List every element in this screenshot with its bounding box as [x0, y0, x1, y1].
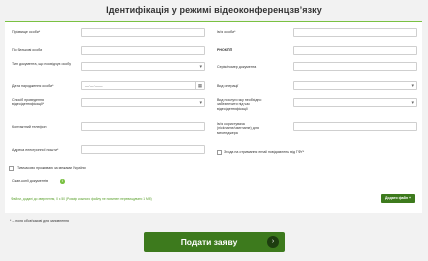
email-consent-checkbox[interactable]	[217, 150, 222, 155]
email-input[interactable]	[81, 145, 205, 154]
phone-label: Контактний телефон	[12, 125, 47, 129]
scans-label: Скан-копії документів	[12, 179, 49, 183]
surname-label: Прізвище особи*	[12, 30, 41, 34]
operation-type-label: Вид операції	[217, 84, 239, 88]
messenger-username-input[interactable]	[293, 122, 417, 131]
name-input[interactable]	[293, 28, 417, 37]
messenger-username-label: Ім’я користувача (nickname/username) для…	[217, 122, 259, 135]
residency-label: Тимчасово проживаю за межами України	[17, 166, 86, 170]
birth-date-value: __.__.____	[85, 83, 103, 87]
patronymic-label: По батькові особи	[12, 48, 43, 52]
rnokpp-label: РНОКПП	[217, 48, 233, 52]
rnokpp-input[interactable]	[293, 46, 417, 55]
submit-label: Подати заяву	[180, 237, 238, 247]
patronymic-input[interactable]	[81, 46, 205, 55]
surname-input[interactable]	[81, 28, 205, 37]
video-method-select[interactable]	[81, 98, 205, 107]
submit-button[interactable]: Подати заяву ›	[144, 232, 285, 252]
phone-input[interactable]	[81, 122, 205, 131]
document-number-input[interactable]	[293, 62, 417, 71]
video-method-label: Спосіб проведення відеоідентифікації*	[12, 98, 44, 107]
files-note: Файли, додані до звернення, 0 з 50 (Розм…	[11, 197, 152, 201]
service-type-select[interactable]	[293, 98, 417, 107]
service-type-label: Вид послуги яку необхідно забезпечити пі…	[217, 98, 262, 111]
document-number-label: Серія/номер документа	[217, 65, 257, 69]
required-fields-note: * – поля обов’язкові для заповнення	[10, 219, 69, 223]
birth-date-label: Дата народження особи*	[12, 84, 54, 88]
identification-form: Прізвище особи* По батькові особи Тип до…	[5, 21, 422, 213]
email-label: Адреса електронної пошти*	[12, 148, 59, 152]
calendar-icon[interactable]: ▦	[195, 82, 204, 89]
info-icon[interactable]: i	[60, 179, 65, 184]
chevron-right-icon: ›	[267, 236, 279, 248]
document-type-select[interactable]	[81, 62, 205, 71]
residency-checkbox[interactable]	[9, 166, 14, 171]
birth-date-input[interactable]: __.__.____ ▦	[81, 81, 205, 90]
page-title: Ідентифікація у режимі відеоконференцзв’…	[106, 5, 322, 15]
name-label: Ім’я особи*	[217, 30, 236, 34]
document-type-label: Тип документа, що посвідчує особу	[12, 62, 72, 66]
operation-type-select[interactable]	[293, 81, 417, 90]
email-consent-label: Згода на отримання email повідомлень від…	[224, 150, 305, 154]
add-file-button[interactable]: Додати файл +	[381, 194, 415, 203]
